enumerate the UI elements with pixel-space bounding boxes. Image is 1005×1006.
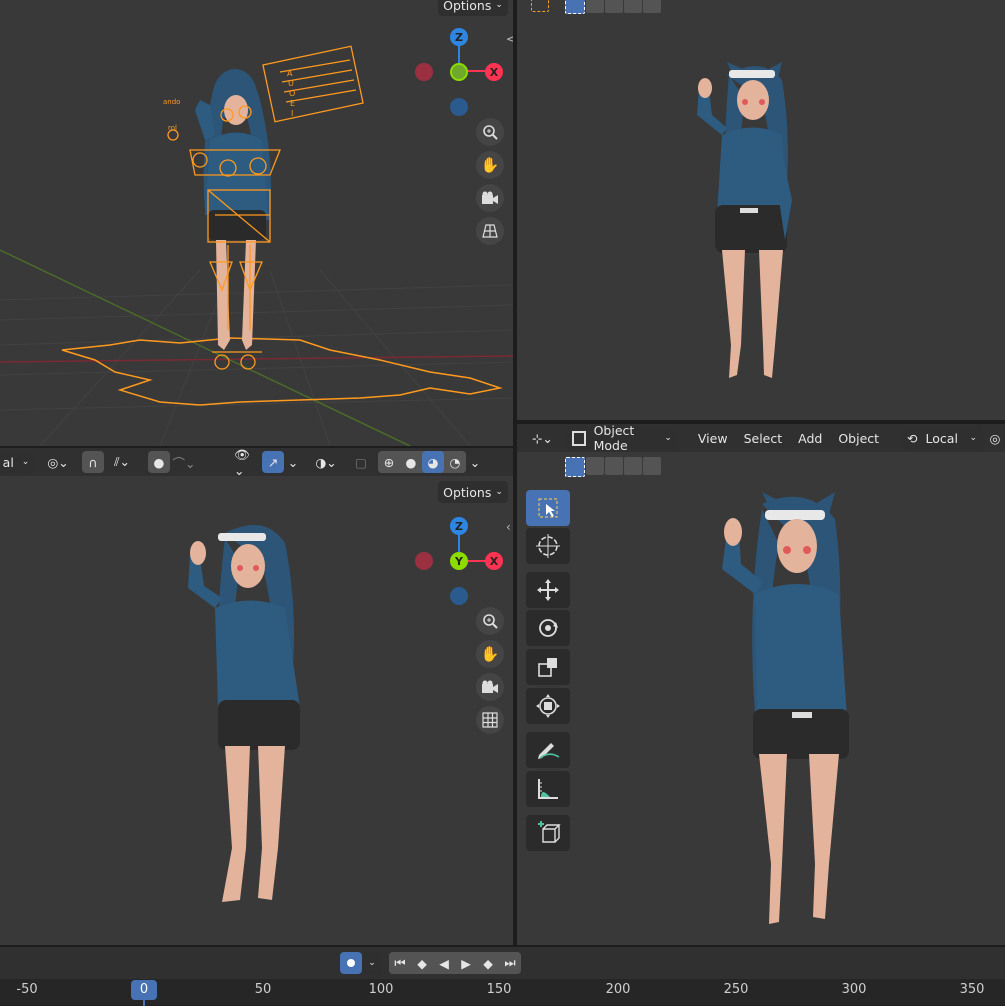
timeline-tick: 150: [486, 982, 512, 997]
timeline-tick: 100: [368, 982, 394, 997]
next-keyframe-icon[interactable]: ◆: [477, 952, 499, 974]
cursor-tool-icon[interactable]: [526, 528, 570, 564]
zoom-icon[interactable]: [476, 118, 504, 146]
record-dropdown[interactable]: ⌄: [362, 952, 382, 974]
timeline-tick: 350: [959, 982, 985, 997]
zoom-icon[interactable]: [476, 607, 504, 635]
hand-pan-icon[interactable]: ✋: [476, 151, 504, 179]
playhead-line: [143, 1000, 145, 1006]
perspective-grid-icon[interactable]: [476, 217, 504, 245]
annotate-tool-icon[interactable]: [526, 732, 570, 768]
measure-tool-icon[interactable]: [526, 771, 570, 807]
floating-label-2: rol: [168, 124, 177, 132]
options-button[interactable]: Options ⌄: [438, 0, 508, 16]
jump-end-icon[interactable]: ⏭: [499, 952, 521, 974]
camera-icon[interactable]: [476, 184, 504, 212]
gizmo-x-axis[interactable]: X: [485, 552, 503, 570]
select-box-tool-icon[interactable]: [526, 490, 570, 526]
board-letter-e: E: [290, 99, 295, 108]
viewport-bottom-left[interactable]: al ⌄ ◎⌄ ∩ ⫽⌄ ● ⌒⌄ 👁⌄ ↗ ⌄ ◑⌄ ▢ ⊕ ● ◕ ◔ ⌄ …: [0, 448, 513, 945]
floating-label-1: ando: [163, 98, 180, 106]
options-label: Options: [443, 0, 492, 13]
timeline-tick: 250: [723, 982, 749, 997]
play-reverse-icon[interactable]: ◀: [433, 952, 455, 974]
record-button[interactable]: [340, 952, 362, 974]
board-letter-i: I: [291, 109, 293, 118]
jump-start-icon[interactable]: ⏮: [389, 952, 411, 974]
board-letter-u: U: [288, 79, 294, 88]
current-frame-label: 0: [139, 982, 149, 997]
play-icon[interactable]: ▶: [455, 952, 477, 974]
ortho-grid-icon[interactable]: [476, 706, 504, 734]
gizmo-y-axis[interactable]: Y: [450, 552, 468, 570]
viewport-top-right[interactable]: [517, 0, 1005, 420]
character-render-closeup: [722, 492, 849, 924]
record-icon: [347, 959, 355, 967]
gizmo-neg-x-axis[interactable]: [415, 552, 433, 570]
rotate-tool-icon[interactable]: [526, 610, 570, 646]
add-cube-tool-icon[interactable]: [526, 815, 570, 851]
gizmo-z-axis[interactable]: Z: [450, 28, 468, 46]
timeline-tick: -50: [16, 982, 38, 997]
character-render-front: [697, 62, 792, 378]
hand-pan-icon[interactable]: ✋: [476, 640, 504, 668]
gizmo-neg-z-axis[interactable]: [450, 587, 468, 605]
gizmo-neg-z-axis[interactable]: [450, 98, 468, 116]
gizmo-y-axis[interactable]: [450, 63, 468, 81]
timeline-header: ⌄ ⏮ ◆ ◀ ▶ ◆ ⏭: [0, 947, 1005, 979]
viewport-bottom-right[interactable]: ⊹⌄ Object Mode ⌄ View Select Add Object …: [517, 424, 1005, 945]
viewport-top-left[interactable]: ando rol A U O E I Options ⌄ <> Z X ✋: [0, 0, 513, 446]
camera-icon[interactable]: [476, 673, 504, 701]
chevron-down-icon: ⌄: [495, 0, 503, 10]
playback-controls: ⏮ ◆ ◀ ▶ ◆ ⏭: [389, 952, 521, 974]
transform-tool-icon[interactable]: [526, 688, 570, 724]
move-tool-icon[interactable]: [526, 572, 570, 608]
timeline-tick: 300: [841, 982, 867, 997]
board-letter-a: A: [287, 69, 293, 78]
timeline-tick: 200: [605, 982, 631, 997]
scale-tool-icon[interactable]: [526, 649, 570, 685]
gizmo-neg-x-axis[interactable]: [415, 63, 433, 81]
gizmo-x-axis[interactable]: X: [485, 63, 503, 81]
timeline-tick: 50: [254, 982, 272, 997]
prev-keyframe-icon[interactable]: ◆: [411, 952, 433, 974]
gizmo-z-axis[interactable]: Z: [450, 517, 468, 535]
board-letter-o: O: [289, 89, 295, 98]
